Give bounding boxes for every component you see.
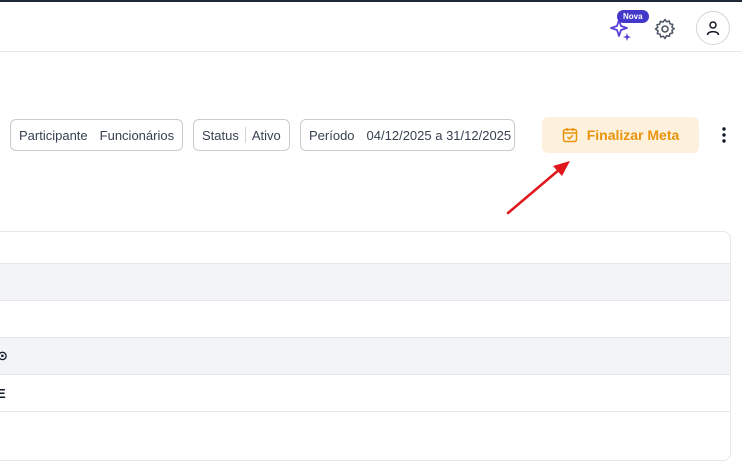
top-bar: Nova bbox=[0, 0, 742, 52]
filter-status[interactable]: Status Ativo bbox=[193, 119, 290, 151]
finalize-goal-label: Finalizar Meta bbox=[586, 127, 680, 143]
user-icon bbox=[706, 21, 720, 36]
table-row[interactable]: ⊙ bbox=[0, 337, 730, 374]
data-table: ⊙ E bbox=[0, 231, 731, 461]
more-vertical-icon[interactable] bbox=[716, 125, 732, 145]
table-row[interactable] bbox=[0, 263, 730, 300]
annotation-arrow bbox=[506, 161, 570, 215]
filter-periodo-value: 04/12/2025 a 31/12/2025 bbox=[366, 127, 512, 143]
filter-periodo[interactable]: Período 04/12/2025 a 31/12/2025 bbox=[300, 119, 515, 151]
new-badge: Nova bbox=[617, 10, 649, 23]
user-avatar-button[interactable] bbox=[696, 11, 730, 45]
filter-participante-label: Participante bbox=[19, 127, 88, 143]
table-cell: E bbox=[0, 386, 6, 401]
filter-periodo-label: Período bbox=[309, 127, 355, 143]
table-row[interactable]: E bbox=[0, 374, 730, 411]
filter-status-value: Ativo bbox=[251, 127, 281, 143]
divider bbox=[244, 127, 246, 143]
calendar-check-icon bbox=[562, 128, 577, 143]
filter-status-label: Status bbox=[202, 127, 239, 143]
table-cell: ⊙ bbox=[0, 348, 8, 364]
finalize-goal-button[interactable]: Finalizar Meta bbox=[542, 117, 699, 153]
gear-icon[interactable] bbox=[653, 17, 677, 41]
filter-participante[interactable]: Participante Funcionários bbox=[10, 119, 183, 151]
table-row[interactable] bbox=[0, 411, 730, 448]
filter-participante-value: Funcionários bbox=[99, 127, 175, 143]
table-row[interactable] bbox=[0, 300, 730, 337]
